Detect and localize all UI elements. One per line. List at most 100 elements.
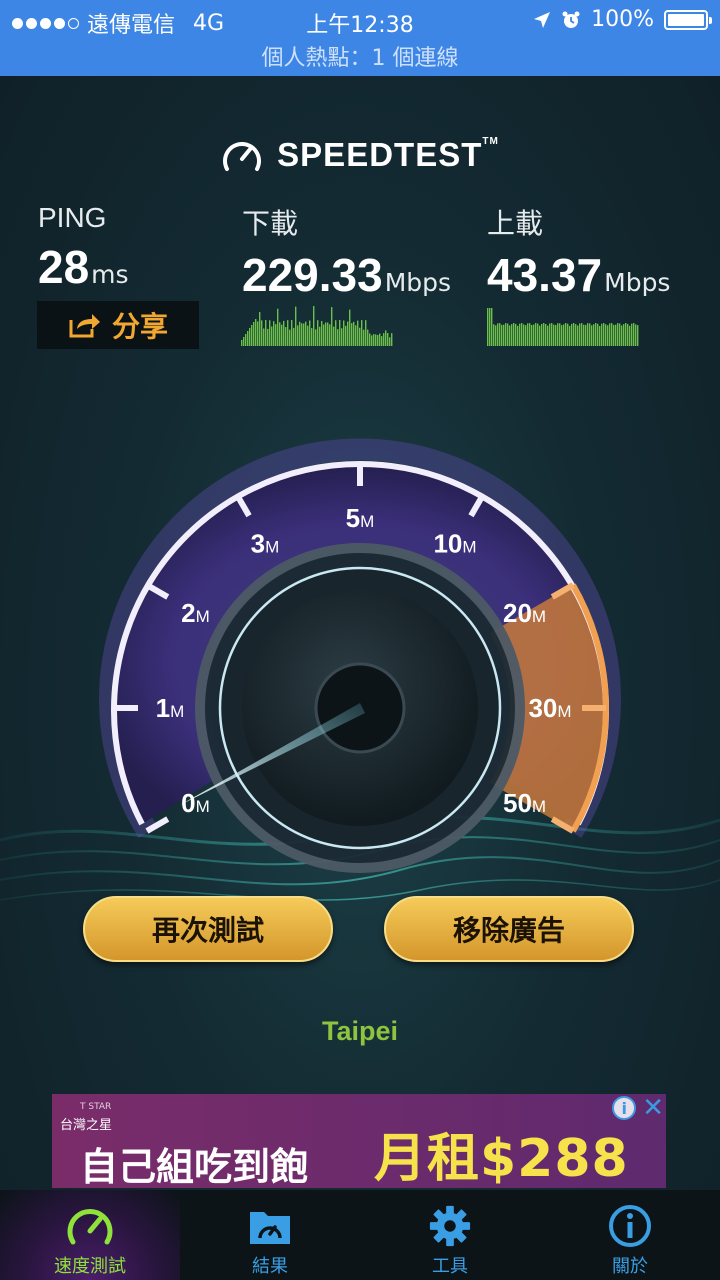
graph-bar xyxy=(389,337,391,346)
graph-bar xyxy=(529,323,531,346)
graph-bar xyxy=(491,308,493,346)
graph-bar xyxy=(553,324,555,346)
graph-bar xyxy=(359,327,361,346)
graph-bar xyxy=(313,306,315,346)
tab-bar: 速度測試 結果 工具 關於 xyxy=(0,1190,720,1280)
ad-brand-small: T STAR xyxy=(80,1102,112,1112)
graph-bar xyxy=(631,323,633,346)
retest-button[interactable]: 再次測試 xyxy=(83,896,333,962)
location-arrow-icon xyxy=(534,11,551,28)
upload-graph xyxy=(487,308,639,346)
graph-bar xyxy=(519,323,521,346)
graph-bar xyxy=(349,309,351,346)
speedometer-logo-icon xyxy=(223,142,262,171)
graph-bar xyxy=(323,324,325,346)
graph-bar xyxy=(387,333,389,346)
graph-bar xyxy=(315,329,317,346)
ad-close-icon[interactable]: ✕ xyxy=(642,1095,664,1121)
gear-icon xyxy=(429,1205,471,1247)
download-value: 229.33 xyxy=(242,249,383,301)
hotspot-banner[interactable]: 個人熱點：1 個連線 xyxy=(0,40,720,72)
graph-bar xyxy=(333,326,335,346)
graph-bar xyxy=(609,323,611,346)
graph-bar xyxy=(497,323,499,346)
share-icon xyxy=(69,314,100,338)
graph-bar xyxy=(601,323,603,346)
graph-bar xyxy=(379,333,381,346)
graph-bar xyxy=(513,323,515,346)
tab-label: 關於 xyxy=(612,1256,648,1277)
graph-bar xyxy=(339,320,341,346)
graph-bar xyxy=(533,324,535,346)
graph-bar xyxy=(331,307,333,346)
ad-info-icon[interactable]: i xyxy=(612,1096,637,1120)
graph-bar xyxy=(285,327,287,346)
tab-label: 工具 xyxy=(432,1256,468,1277)
graph-bar xyxy=(383,333,385,346)
graph-bar xyxy=(321,321,323,346)
graph-bar xyxy=(303,323,305,346)
graph-bar xyxy=(319,326,321,346)
download-stat: 下載 229.33Mbps xyxy=(242,202,451,302)
graph-bar xyxy=(371,335,373,346)
graph-bar xyxy=(343,320,345,346)
graph-bar xyxy=(269,320,271,346)
graph-bar xyxy=(505,323,507,346)
graph-bar xyxy=(557,323,559,346)
graph-bar xyxy=(283,320,285,346)
graph-bar xyxy=(635,324,637,346)
graph-bar xyxy=(495,325,497,346)
graph-bar xyxy=(265,320,267,346)
graph-bar xyxy=(561,325,563,346)
graph-bar xyxy=(335,320,337,346)
graph-bar xyxy=(591,325,593,346)
graph-bar xyxy=(487,308,489,346)
download-graph xyxy=(241,306,393,346)
graph-bar xyxy=(525,325,527,346)
tab-tools[interactable]: 工具 xyxy=(360,1190,540,1280)
remove-ads-button[interactable]: 移除廣告 xyxy=(384,896,634,962)
graph-bar xyxy=(377,335,379,346)
ad-banner[interactable]: T STAR 台灣之星 自己組吃到飽 月租$288 i ✕ xyxy=(52,1094,666,1188)
graph-bar xyxy=(259,312,261,346)
graph-bar xyxy=(583,324,585,346)
graph-bar xyxy=(363,329,365,346)
graph-bar xyxy=(337,329,339,346)
graph-bar xyxy=(595,323,597,346)
graph-bar xyxy=(353,321,355,346)
graph-bar xyxy=(527,323,529,346)
graph-bar xyxy=(293,327,295,346)
share-button[interactable]: 分享 xyxy=(37,301,199,349)
graph-bar xyxy=(277,308,279,346)
tab-label: 速度測試 xyxy=(54,1256,126,1277)
tab-about[interactable]: 關於 xyxy=(540,1190,720,1280)
battery-percent: 100% xyxy=(591,7,654,32)
graph-bar xyxy=(341,328,343,346)
graph-bar xyxy=(565,323,567,346)
graph-bar xyxy=(243,337,245,346)
graph-bar xyxy=(633,323,635,346)
graph-bar xyxy=(351,323,353,346)
graph-bar xyxy=(545,324,547,346)
tab-speedtest[interactable]: 速度測試 xyxy=(0,1190,180,1280)
graph-bar xyxy=(255,319,257,346)
graph-bar xyxy=(509,325,511,346)
graph-bar xyxy=(271,326,273,346)
graph-bar xyxy=(593,324,595,346)
graph-bar xyxy=(281,324,283,346)
trademark: TM xyxy=(482,136,499,147)
graph-bar xyxy=(547,325,549,346)
graph-bar xyxy=(261,320,263,346)
upload-stat: 上載 43.37Mbps xyxy=(487,202,670,302)
tab-results[interactable]: 結果 xyxy=(180,1190,360,1280)
alarm-clock-icon xyxy=(562,11,580,28)
graph-bar xyxy=(289,329,291,346)
graph-bar xyxy=(329,324,331,346)
tab-label: 結果 xyxy=(252,1256,288,1277)
graph-bar xyxy=(263,328,265,346)
graph-bar xyxy=(551,323,553,346)
graph-bar xyxy=(535,323,537,346)
graph-bar xyxy=(317,320,319,346)
graph-bar xyxy=(577,325,579,346)
graph-bar xyxy=(391,333,393,346)
